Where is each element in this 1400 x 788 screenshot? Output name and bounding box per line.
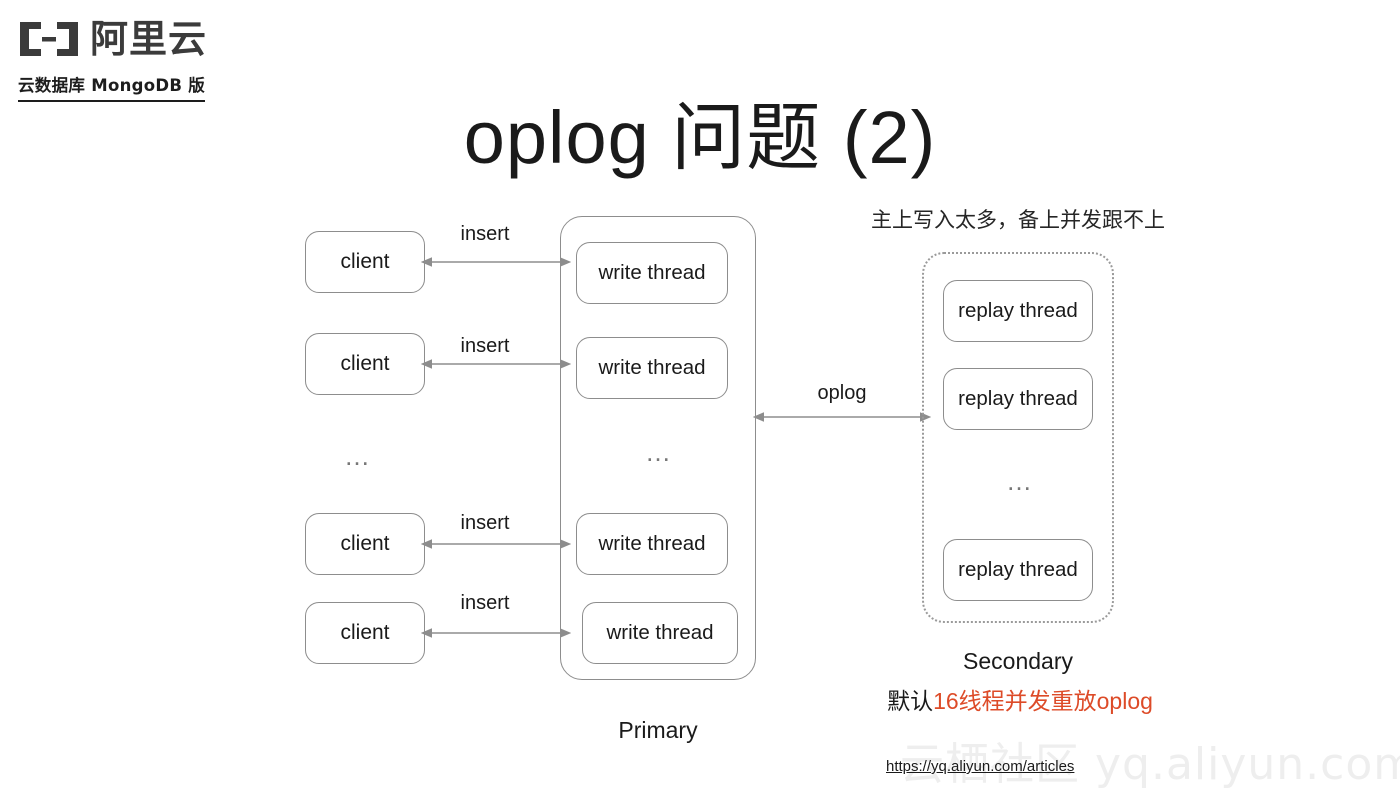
replay-thread-box-1: replay thread bbox=[943, 280, 1093, 342]
insert-label-1: insert bbox=[460, 223, 510, 245]
insert-label-2: insert bbox=[460, 335, 510, 357]
write-thread-label: write thread bbox=[606, 621, 714, 644]
annotation-highlight: 16线程并发重放oplog bbox=[933, 688, 1153, 714]
insert-arrow-3 bbox=[420, 539, 572, 549]
client-label: client bbox=[340, 352, 390, 375]
client-ellipsis: … bbox=[344, 441, 373, 471]
insert-label-4: insert bbox=[460, 592, 510, 614]
client-box-3: client bbox=[305, 513, 425, 575]
insert-arrow-2 bbox=[420, 359, 572, 369]
replay-thread-box-3: replay thread bbox=[943, 539, 1093, 601]
oplog-label: oplog bbox=[817, 382, 867, 404]
client-label: client bbox=[340, 532, 390, 555]
insert-arrow-4 bbox=[420, 628, 572, 638]
client-box-4: client bbox=[305, 602, 425, 664]
page-title: oplog 问题 (2) bbox=[463, 96, 937, 179]
slide-canvas: 阿里云 云数据库 MongoDB 版 oplog 问题 (2) client c… bbox=[0, 0, 1400, 788]
secondary-top-annotation: 主上写入太多，备上并发跟不上 bbox=[871, 209, 1165, 232]
alibaba-cloud-bracket-icon bbox=[20, 22, 78, 56]
insert-arrow-1 bbox=[420, 257, 572, 267]
primary-ellipsis: … bbox=[645, 437, 674, 467]
write-thread-box-3: write thread bbox=[576, 513, 728, 575]
write-thread-label: write thread bbox=[598, 356, 706, 379]
oplog-arrow bbox=[752, 412, 932, 422]
primary-caption: Primary bbox=[618, 717, 698, 743]
client-label: client bbox=[340, 621, 390, 644]
secondary-caption: Secondary bbox=[963, 648, 1073, 674]
client-box-2: client bbox=[305, 333, 425, 395]
write-thread-label: write thread bbox=[598, 261, 706, 284]
replay-thread-label: replay thread bbox=[958, 558, 1078, 581]
insert-label-3: insert bbox=[460, 512, 510, 534]
replay-thread-box-2: replay thread bbox=[943, 368, 1093, 430]
client-label: client bbox=[340, 250, 390, 273]
write-thread-box-1: write thread bbox=[576, 242, 728, 304]
write-thread-box-4: write thread bbox=[582, 602, 738, 664]
secondary-red-annotation: 默认16线程并发重放oplog bbox=[860, 682, 1180, 716]
logo-wordmark: 阿里云 bbox=[90, 17, 208, 61]
logo-row: 阿里云 bbox=[18, 14, 228, 64]
source-link[interactable]: https://yq.aliyun.com/articles bbox=[886, 758, 1074, 775]
annotation-prefix: 默认 bbox=[887, 688, 934, 714]
replay-thread-label: replay thread bbox=[958, 387, 1078, 410]
secondary-ellipsis: … bbox=[1006, 466, 1035, 496]
write-thread-label: write thread bbox=[598, 532, 706, 555]
replay-thread-label: replay thread bbox=[958, 299, 1078, 322]
client-box-1: client bbox=[305, 231, 425, 293]
write-thread-box-2: write thread bbox=[576, 337, 728, 399]
